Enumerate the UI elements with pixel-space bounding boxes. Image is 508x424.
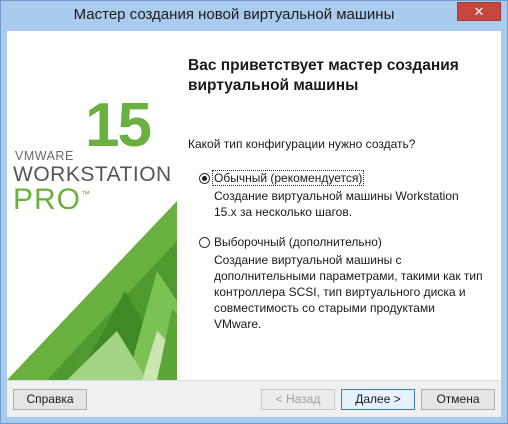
pro-label: PRO	[13, 183, 82, 216]
typical-radio[interactable]	[199, 172, 210, 184]
question-label: Какой тип конфигурации нужно создать?	[188, 137, 416, 151]
back-button[interactable]: < Назад	[261, 389, 335, 410]
title-bar[interactable]: Мастер создания новой виртуальной машины…	[1, 1, 507, 31]
vmware-banner: 15 VMWARE WORKSTATION PRO™	[7, 31, 177, 380]
cancel-button[interactable]: Отмена	[421, 389, 495, 410]
option-typical[interactable]: Обычный (рекомендуется)	[199, 170, 365, 186]
option-custom[interactable]: Выборочный (дополнительно)	[199, 235, 383, 249]
pro-logo-text: PRO™	[13, 183, 91, 217]
custom-description: Создание виртуальной машины с дополнител…	[214, 253, 483, 331]
window-title: Мастер создания новой виртуальной машины	[73, 6, 395, 23]
wizard-window: Мастер создания новой виртуальной машины…	[0, 0, 508, 424]
custom-label[interactable]: Выборочный (дополнительно)	[213, 235, 383, 249]
close-button[interactable]: ✕	[457, 2, 501, 21]
typical-label[interactable]: Обычный (рекомендуется)	[211, 170, 365, 186]
next-button[interactable]: Далее >	[341, 389, 415, 410]
wizard-body: 15 VMWARE WORKSTATION PRO™ Вас приветств…	[7, 31, 501, 417]
page-title: Вас приветствует мастер создания виртуал…	[188, 57, 459, 94]
trademark: ™	[81, 189, 92, 199]
button-bar: Справка < Назад Далее > Отмена	[7, 380, 501, 417]
wizard-content: Вас приветствует мастер создания виртуал…	[177, 31, 501, 380]
vmware-logo-text: VMWARE	[15, 149, 74, 163]
version-number: 15	[85, 91, 152, 160]
typical-description: Создание виртуальной машины Workstation …	[214, 189, 459, 219]
help-button[interactable]: Справка	[13, 389, 87, 410]
custom-radio[interactable]	[199, 236, 210, 248]
